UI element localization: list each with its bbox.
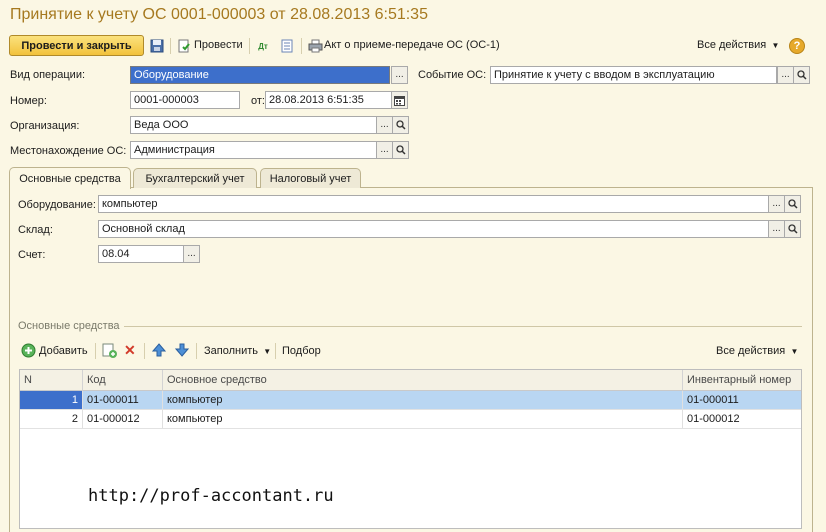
tab-fixed-assets[interactable]: Основные средства — [9, 167, 131, 189]
save-icon[interactable] — [149, 38, 165, 54]
chevron-down-icon: ▼ — [788, 347, 799, 356]
warehouse-label: Склад: — [18, 224, 53, 236]
date-field[interactable]: 28.08.2013 6:51:35 — [265, 91, 392, 109]
chevron-down-icon: ▼ — [769, 41, 780, 50]
window-title: Принятие к учету ОС 0001-000003 от 28.08… — [10, 6, 428, 23]
fill-label: Заполнить — [204, 345, 259, 357]
cell-inventory: 01-000012 — [687, 413, 740, 425]
equipment-label: Оборудование: — [18, 199, 96, 211]
tab-accounting[interactable]: Бухгалтерский учет — [133, 168, 257, 188]
chevron-down-icon: ▼ — [261, 347, 272, 356]
organization-search-icon[interactable] — [392, 116, 409, 134]
printer-icon[interactable] — [307, 38, 323, 54]
document-icon[interactable] — [279, 38, 295, 54]
equipment-field[interactable]: компьютер — [98, 195, 769, 213]
move-up-icon[interactable] — [151, 343, 167, 360]
number-field[interactable]: 0001-000003 — [130, 91, 240, 109]
delete-icon[interactable]: ✕ — [124, 343, 136, 357]
column-header-code[interactable]: Код — [83, 370, 163, 391]
operation-select-button[interactable]: ... — [391, 66, 408, 84]
fill-menu[interactable]: Заполнить ▼ — [204, 345, 271, 357]
debit-credit-icon[interactable]: Дт — [255, 38, 271, 54]
copy-add-icon[interactable] — [102, 343, 117, 361]
event-label: Событие ОС: — [418, 69, 487, 81]
cell-n: 1 — [20, 391, 83, 410]
cell-asset: компьютер — [163, 391, 683, 410]
event-field[interactable]: Принятие к учету с вводом в эксплуатацию — [490, 66, 777, 84]
table-row[interactable]: 2 01-000012 компьютер 01-000012 — [20, 410, 801, 429]
main-toolbar: Провести и закрыть Провести Дт Акт о при… — [0, 33, 826, 57]
move-down-icon[interactable] — [174, 343, 190, 360]
operation-field[interactable]: Оборудование — [130, 66, 390, 84]
warehouse-select-button[interactable]: ... — [768, 220, 785, 238]
location-select-button[interactable]: ... — [376, 141, 393, 159]
organization-select-button[interactable]: ... — [376, 116, 393, 134]
cell-n: 2 — [20, 410, 83, 429]
tab-tax[interactable]: Налоговый учет — [260, 168, 361, 188]
assets-all-actions-menu[interactable]: Все действия ▼ — [716, 345, 798, 357]
column-header-asset[interactable]: Основное средство — [163, 370, 683, 391]
assets-all-actions-label: Все действия — [716, 345, 786, 357]
assets-section-title: Основные средства — [18, 320, 120, 332]
section-divider — [124, 326, 802, 327]
event-search-icon[interactable] — [793, 66, 810, 84]
all-actions-label: Все действия — [697, 39, 767, 51]
warehouse-search-icon[interactable] — [784, 220, 801, 238]
cell-asset: компьютер — [163, 410, 683, 429]
cell-code: 01-000011 — [83, 391, 163, 410]
account-label: Счет: — [18, 249, 46, 261]
table-row[interactable]: 1 01-000011 компьютер 01-000011 — [20, 391, 801, 410]
post-and-close-button[interactable]: Провести и закрыть — [9, 35, 144, 56]
organization-label: Организация: — [10, 120, 80, 132]
operation-label: Вид операции: — [10, 69, 86, 81]
help-icon[interactable]: ? — [789, 38, 805, 54]
equipment-search-icon[interactable] — [784, 195, 801, 213]
location-label: Местонахождение ОС: — [10, 145, 127, 157]
post-icon[interactable] — [176, 38, 192, 54]
add-icon[interactable] — [21, 343, 37, 359]
location-search-icon[interactable] — [392, 141, 409, 159]
location-field[interactable]: Администрация — [130, 141, 377, 159]
all-actions-menu[interactable]: Все действия ▼ — [697, 39, 779, 51]
select-button[interactable]: Подбор — [282, 345, 321, 357]
column-header-inventory[interactable]: Инвентарный номер — [683, 370, 801, 391]
watermark-text: http://prof-accontant.ru — [88, 486, 334, 506]
act-os1-button[interactable]: Акт о приеме-передаче ОС (ОС-1) — [324, 39, 500, 51]
add-button[interactable]: Добавить — [39, 345, 88, 357]
organization-field[interactable]: Веда ООО — [130, 116, 377, 134]
post-button[interactable]: Провести — [194, 39, 243, 51]
calendar-icon[interactable] — [391, 91, 408, 109]
cell-inventory: 01-000011 — [687, 394, 739, 406]
account-field[interactable]: 08.04 — [98, 245, 184, 263]
number-label: Номер: — [10, 95, 47, 107]
warehouse-field[interactable]: Основной склад — [98, 220, 769, 238]
cell-code: 01-000012 — [83, 410, 163, 429]
column-header-n[interactable]: N — [20, 370, 83, 391]
date-label: от: — [251, 95, 265, 107]
equipment-select-button[interactable]: ... — [768, 195, 785, 213]
event-select-button[interactable]: ... — [777, 66, 794, 84]
account-select-button[interactable]: ... — [183, 245, 200, 263]
